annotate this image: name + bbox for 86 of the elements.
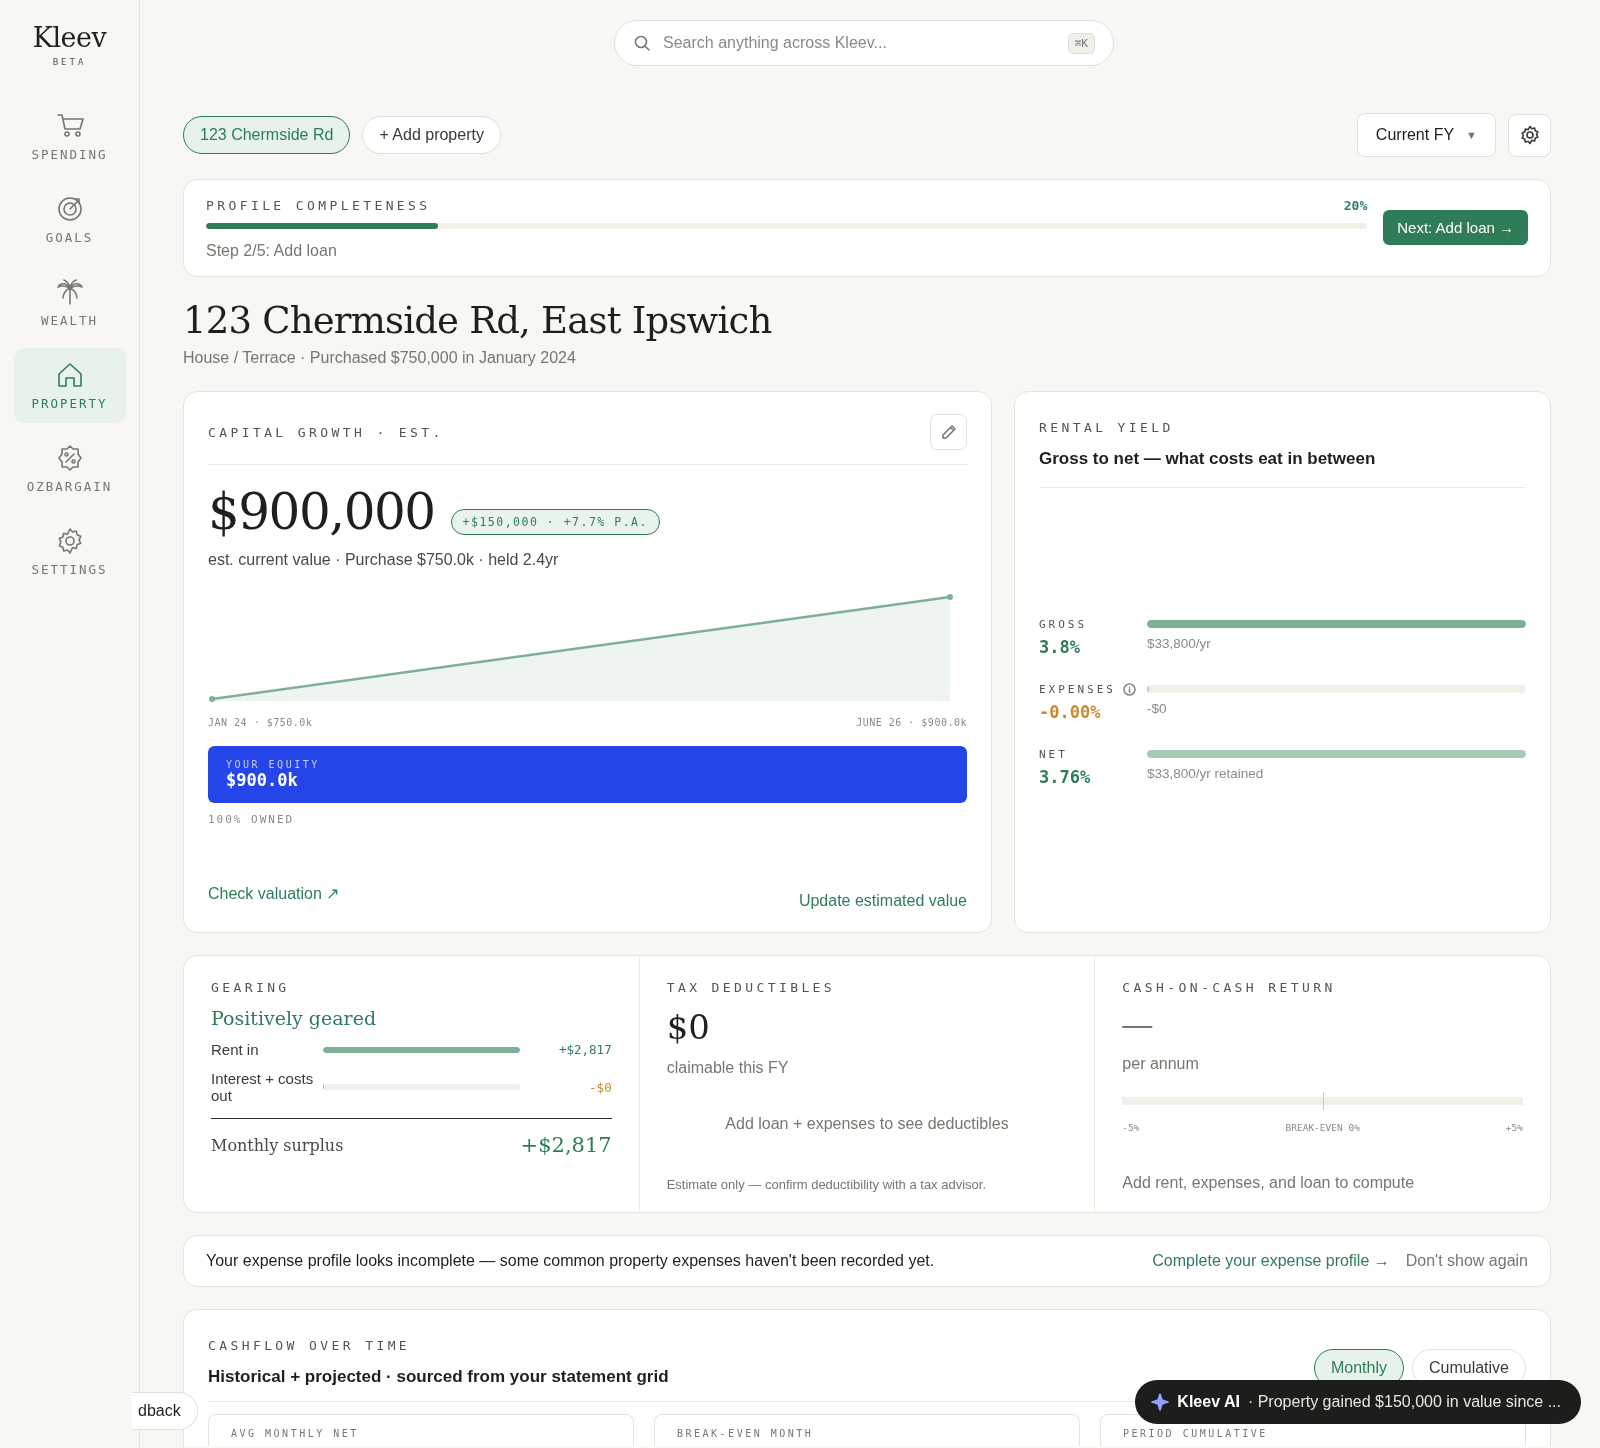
yield-note: $33,800/yr xyxy=(1147,636,1212,652)
disclaimer-text: Estimate only — confirm deductibility with a tax advisor. xyxy=(666,1177,988,1193)
stat-label: BREAK-EVEN MONTH xyxy=(677,1428,814,1440)
flow-amount: -$0 xyxy=(588,1079,612,1095)
nav-item[interactable]: WEALTH xyxy=(13,265,126,340)
scale-label: BREAK-EVEN 0% xyxy=(1285,1122,1360,1134)
empty-hint: Add rent, expenses, and loan to compute xyxy=(1122,1174,1416,1193)
ai-name: Kleev AI xyxy=(1177,1393,1240,1411)
value-caption: per annum xyxy=(1122,1055,1200,1074)
empty-hint: Add loan + expenses to see deductibles xyxy=(724,1114,1010,1133)
nav-item[interactable]: SETTINGS xyxy=(13,514,126,589)
yield-label: GROSS xyxy=(1039,618,1088,632)
settings-icon xyxy=(1519,125,1540,145)
edit-button[interactable] xyxy=(930,414,967,451)
axis-label: JAN 24 · $750.0k xyxy=(208,717,313,729)
next-step-button[interactable]: Next: Add loan → xyxy=(1383,209,1528,245)
yield-value: 3.8% xyxy=(1039,637,1081,658)
section-label: CASH-ON-CASH RETURN xyxy=(1122,980,1337,996)
ai-toast[interactable]: Kleev AI · Property gained $150,000 in value since ... xyxy=(1135,1380,1581,1424)
caret-icon: ▼ xyxy=(1466,129,1477,141)
yield-note: -$0 xyxy=(1147,701,1168,717)
pencil-icon xyxy=(939,423,958,442)
yield-value: -0.00% xyxy=(1039,702,1102,723)
nav-item[interactable]: SPENDING xyxy=(13,99,126,174)
ownership-label: 100% OWNED xyxy=(208,813,296,827)
value-caption: est. current value · Purchase $750.0k · held 2.4yr xyxy=(208,551,560,570)
step-text: Step 2/5: Add loan xyxy=(206,242,338,260)
property-subtitle: House / Terrace · Purchased $750,000 in January 2024 xyxy=(183,349,577,368)
flow-amount: +$2,817 xyxy=(558,1042,612,1058)
nav-item[interactable]: GOALS xyxy=(13,182,126,257)
target-icon xyxy=(55,194,84,223)
section-label: CASHFLOW OVER TIME xyxy=(208,1338,412,1354)
feedback-button[interactable]: dback xyxy=(132,1392,198,1430)
section-label: RENTAL YIELD xyxy=(1039,420,1175,436)
period-dropdown[interactable]: Current FY ▼ xyxy=(1356,113,1496,157)
section-label: TAX DEDUCTIBLES xyxy=(666,980,837,996)
property-tab[interactable]: 123 Chermside Rd xyxy=(183,116,351,154)
search-icon xyxy=(633,34,651,52)
discount-badge-icon xyxy=(55,443,84,472)
equity-value: $900.0k xyxy=(226,770,299,791)
section-label: CAPITAL GROWTH · EST. xyxy=(208,424,444,440)
search-input[interactable]: Search anything across Kleev... xyxy=(661,33,1058,53)
stat-label: AVG MONTHLY NET xyxy=(231,1428,359,1440)
value-caption: claimable this FY xyxy=(666,1058,790,1077)
growth-badge: +$150,000 · +7.7% P.A. xyxy=(450,509,660,536)
yield-label: NET xyxy=(1039,748,1068,762)
deductible-value: $0 xyxy=(666,1009,711,1047)
shortcut-key: ⌘K xyxy=(1067,32,1095,54)
search-field[interactable]: Search anything across Kleev... ⌘K xyxy=(614,20,1114,66)
update-value-link[interactable]: Update estimated value xyxy=(798,892,967,911)
scale-label: +5% xyxy=(1505,1122,1523,1134)
scale-label: -5% xyxy=(1122,1122,1140,1134)
home-icon xyxy=(55,360,84,389)
ai-message: · Property gained $150,000 in value since ... xyxy=(1247,1393,1561,1411)
dismiss-link[interactable]: Don't show again xyxy=(1405,1252,1528,1271)
nav-item[interactable]: OZBARGAIN xyxy=(13,431,126,506)
property-title: 123 Chermside Rd, East Ipswich xyxy=(183,299,773,344)
return-value: — xyxy=(1122,1007,1154,1044)
stat-label: PERIOD CUMULATIVE xyxy=(1123,1428,1268,1440)
axis-label: JUNE 26 · $900.0k xyxy=(856,717,967,729)
total-label: Monthly surplus xyxy=(211,1135,344,1155)
card-subtitle: Gross to net — what costs eat in between xyxy=(1039,449,1526,489)
percent-label: 20% xyxy=(1343,198,1368,213)
section-label: PROFILE COMPLETENESS xyxy=(206,198,431,213)
nav-item[interactable]: PROPERTY xyxy=(13,348,126,423)
yield-value: 3.76% xyxy=(1039,767,1092,788)
gearing-status: Positively geared xyxy=(211,1007,378,1030)
notice-message: Your expense profile looks incomplete — some common property expenses haven't been recorded yet. xyxy=(206,1252,936,1271)
flow-label: Rent in xyxy=(211,1041,260,1059)
current-value: $900,000 xyxy=(208,487,435,538)
complete-profile-link[interactable]: Complete your expense profile → xyxy=(1152,1252,1390,1271)
sparkle-icon xyxy=(1151,1393,1170,1411)
section-label: GEARING xyxy=(211,980,291,996)
beta-label: BETA xyxy=(52,57,87,67)
check-valuation-link[interactable]: Check valuation ↗ xyxy=(208,884,340,911)
logo-wordmark: Kleev xyxy=(32,22,107,53)
add-property-button[interactable]: + Add property xyxy=(362,116,501,154)
palm-tree-icon xyxy=(55,277,84,306)
total-value: +$2,817 xyxy=(520,1133,612,1158)
settings-button[interactable] xyxy=(1508,113,1551,157)
equity-label: YOUR EQUITY xyxy=(226,759,321,771)
flow-label: Interest + costs out xyxy=(211,1070,315,1105)
yield-note: $33,800/yr retained xyxy=(1147,766,1265,782)
cart-icon xyxy=(55,111,84,140)
yield-label: EXPENSES xyxy=(1039,683,1116,697)
card-subtitle: Historical + projected · sourced from your statement grid xyxy=(208,1367,669,1388)
